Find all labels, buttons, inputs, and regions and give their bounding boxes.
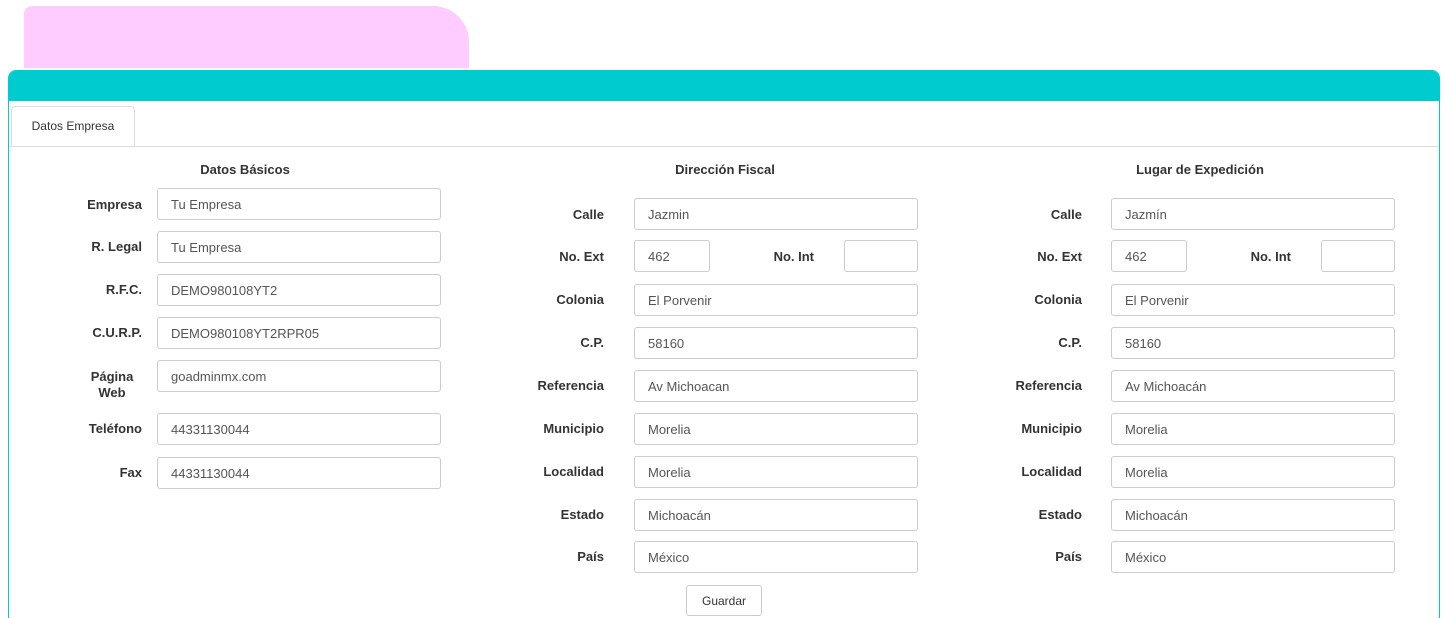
fiscal-label-municipio: Municipio bbox=[543, 421, 604, 436]
exp-no-ext-input[interactable] bbox=[1111, 240, 1187, 272]
label-rfc: R.F.C. bbox=[105, 282, 142, 297]
fiscal-label-no-ext: No. Ext bbox=[559, 249, 604, 264]
r-legal-input[interactable] bbox=[157, 231, 441, 263]
fiscal-label-localidad: Localidad bbox=[543, 464, 604, 479]
fiscal-label-calle: Calle bbox=[572, 207, 604, 222]
exp-label-calle: Calle bbox=[1050, 207, 1082, 222]
exp-municipio-input[interactable] bbox=[1111, 413, 1395, 445]
pagina-web-input[interactable] bbox=[157, 360, 441, 392]
fiscal-label-estado: Estado bbox=[560, 507, 604, 522]
section-title-direccion-fiscal: Dirección Fiscal bbox=[675, 162, 775, 177]
exp-no-int-input[interactable] bbox=[1321, 240, 1395, 272]
exp-label-municipio: Municipio bbox=[1021, 421, 1082, 436]
fiscal-label-referencia: Referencia bbox=[537, 378, 604, 393]
label-r-legal: R. Legal bbox=[91, 239, 142, 254]
exp-localidad-input[interactable] bbox=[1111, 456, 1395, 488]
exp-label-cp: C.P. bbox=[1058, 335, 1082, 350]
exp-label-referencia: Referencia bbox=[1015, 378, 1082, 393]
telefono-input[interactable] bbox=[157, 413, 441, 445]
label-telefono: Teléfono bbox=[88, 421, 142, 436]
fiscal-no-int-input[interactable] bbox=[844, 240, 918, 272]
label-pagina-web-line1: Página bbox=[90, 369, 134, 384]
exp-pais-input[interactable] bbox=[1111, 541, 1395, 573]
tab-datos-empresa[interactable]: Datos Empresa bbox=[11, 106, 135, 146]
fiscal-calle-input[interactable] bbox=[634, 198, 918, 230]
panel-header-bar bbox=[9, 71, 1439, 101]
label-fax: Fax bbox=[119, 465, 142, 480]
label-empresa: Empresa bbox=[87, 197, 142, 212]
label-pagina-web: Página Web bbox=[30, 369, 142, 401]
save-button[interactable]: Guardar bbox=[686, 585, 762, 616]
exp-cp-input[interactable] bbox=[1111, 327, 1395, 359]
fiscal-label-cp: C.P. bbox=[580, 335, 604, 350]
section-title-lugar-expedicion: Lugar de Expedición bbox=[1136, 162, 1264, 177]
fiscal-no-ext-input[interactable] bbox=[634, 240, 710, 272]
curp-input[interactable] bbox=[157, 317, 441, 349]
fiscal-referencia-input[interactable] bbox=[634, 370, 918, 402]
exp-label-colonia: Colonia bbox=[1034, 292, 1082, 307]
fiscal-municipio-input[interactable] bbox=[634, 413, 918, 445]
exp-estado-input[interactable] bbox=[1111, 499, 1395, 531]
brand-header-tab bbox=[24, 6, 469, 68]
exp-label-estado: Estado bbox=[1038, 507, 1082, 522]
fax-input[interactable] bbox=[157, 457, 441, 489]
fiscal-pais-input[interactable] bbox=[634, 541, 918, 573]
fiscal-estado-input[interactable] bbox=[634, 499, 918, 531]
exp-colonia-input[interactable] bbox=[1111, 284, 1395, 316]
section-title-datos-basicos: Datos Básicos bbox=[200, 162, 290, 177]
fiscal-colonia-input[interactable] bbox=[634, 284, 918, 316]
exp-label-localidad: Localidad bbox=[1021, 464, 1082, 479]
fiscal-label-no-int: No. Int bbox=[773, 249, 814, 264]
empresa-input[interactable] bbox=[157, 188, 441, 220]
label-pagina-web-line2: Web bbox=[98, 385, 126, 400]
exp-calle-input[interactable] bbox=[1111, 198, 1395, 230]
fiscal-localidad-input[interactable] bbox=[634, 456, 918, 488]
label-curp: C.U.R.P. bbox=[92, 325, 142, 340]
exp-referencia-input[interactable] bbox=[1111, 370, 1395, 402]
tab-bar: Datos Empresa bbox=[9, 101, 1439, 147]
fiscal-cp-input[interactable] bbox=[634, 327, 918, 359]
fiscal-label-pais: País bbox=[577, 549, 604, 564]
exp-label-no-ext: No. Ext bbox=[1037, 249, 1082, 264]
fiscal-label-colonia: Colonia bbox=[556, 292, 604, 307]
rfc-input[interactable] bbox=[157, 274, 441, 306]
exp-label-pais: País bbox=[1055, 549, 1082, 564]
exp-label-no-int: No. Int bbox=[1250, 249, 1291, 264]
